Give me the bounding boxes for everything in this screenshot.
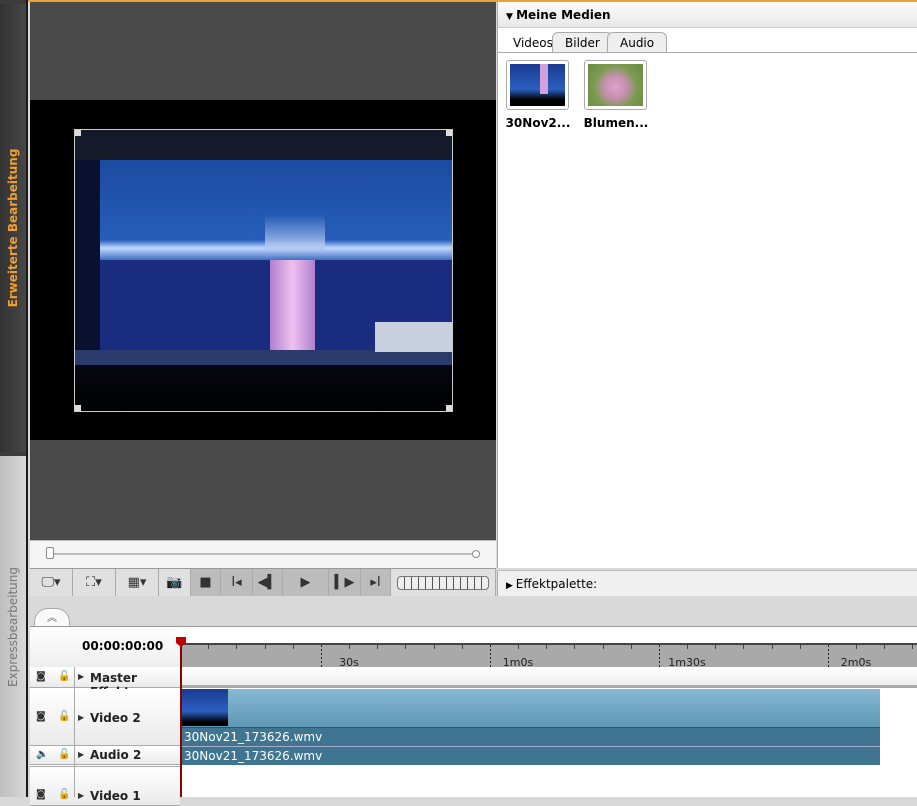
tab-express-label: Expressbearbeitung	[6, 566, 20, 687]
media-label: 30Nov2...	[505, 116, 571, 130]
media-title: Meine Medien	[516, 8, 611, 22]
visibility-icon[interactable]: ◙	[36, 789, 46, 800]
track-name: Video 2	[90, 711, 141, 725]
tab-images[interactable]: Bilder	[552, 32, 613, 52]
timeline-top	[30, 596, 917, 626]
audio-clip[interactable]: 30Nov21_173626.wmv	[181, 746, 880, 765]
tab-audio[interactable]: Audio	[607, 32, 668, 52]
timecode: 00:00:00:00	[30, 627, 180, 667]
position-slider[interactable]	[30, 540, 496, 568]
play-icon[interactable]: ▶	[283, 569, 329, 596]
lock-icon[interactable]: 🔓	[58, 789, 70, 800]
slider-thumb[interactable]	[46, 547, 54, 559]
ruler-tick	[912, 645, 914, 649]
crop-handle[interactable]	[75, 130, 81, 136]
media-label: Blumen...	[583, 116, 649, 130]
visibility-icon[interactable]: ◙	[36, 711, 46, 722]
playhead[interactable]	[180, 637, 182, 797]
visibility-icon[interactable]: ◙	[36, 671, 46, 682]
tab-advanced-editing[interactable]: Erweiterte Bearbeitung	[0, 4, 26, 452]
track-video-1[interactable]: ◙ 🔓 ▶ Video 1	[30, 766, 180, 806]
expand-icon[interactable]: ▶	[78, 672, 84, 681]
ruler-tick	[715, 645, 717, 649]
ruler-tick	[771, 645, 773, 649]
media-thumb-video[interactable]	[506, 60, 569, 110]
ruler-tick	[574, 645, 576, 649]
fullscreen-icon[interactable]: ⛶▾	[73, 569, 116, 596]
mark-in-icon[interactable]: I◂	[221, 569, 253, 596]
lock-icon[interactable]: 🔓	[58, 711, 70, 722]
crop-handle[interactable]	[446, 405, 452, 411]
ruler-tick	[743, 645, 745, 649]
mark-out-icon[interactable]: ▸I	[361, 569, 391, 596]
ruler-tick	[884, 645, 886, 649]
expand-icon[interactable]: ▶	[78, 713, 84, 722]
crop-handle[interactable]	[75, 405, 81, 411]
time-ruler[interactable]: 30s 1m0s 1m30s 2m0s	[180, 643, 917, 669]
ruler-tick	[602, 645, 604, 649]
ruler-tick	[264, 645, 266, 649]
ruler-tick	[320, 645, 322, 667]
track-master-effects[interactable]: ◙ 🔓 ▶ Master Effekte	[30, 667, 180, 699]
my-media-panel: ▼ Meine Medien Videos Bilder Audio 30Nov…	[497, 2, 917, 568]
track-name: Video 1	[90, 789, 141, 803]
expand-icon[interactable]: ▶	[78, 791, 84, 800]
ruler-tick	[546, 645, 548, 649]
stop-icon[interactable]: ■	[191, 569, 221, 596]
effects-palette-header[interactable]: ▶ Effektpalette:	[497, 570, 917, 596]
tab-express-editing[interactable]: Expressbearbeitung	[0, 456, 26, 797]
ruler-tick	[489, 645, 491, 667]
expand-icon[interactable]: ▶	[78, 750, 84, 759]
ruler-tick	[208, 645, 210, 649]
clip-thumbnail	[181, 689, 228, 726]
ruler-tick	[827, 645, 829, 667]
ruler-tick	[518, 645, 519, 649]
ruler-tick	[461, 645, 463, 649]
video-clip-label[interactable]: 30Nov21_173626.wmv	[181, 727, 880, 746]
ruler-tick	[433, 645, 435, 649]
ruler-tick	[377, 645, 379, 649]
ruler-tick	[799, 645, 801, 649]
sidebar: Erweiterte Bearbeitung Expressbearbeitun…	[0, 0, 28, 797]
track-video-2[interactable]: ◙ 🔓 ▶ Video 2	[30, 689, 180, 746]
jog-wheel[interactable]	[391, 569, 496, 596]
ruler-tick	[349, 645, 350, 649]
crop-handle[interactable]	[446, 130, 452, 136]
ruler-tick	[856, 645, 857, 649]
ruler-tick	[236, 645, 238, 649]
tab-advanced-label: Erweiterte Bearbeitung	[6, 148, 20, 308]
master-effects-lane[interactable]	[181, 667, 917, 688]
prev-frame-icon[interactable]: ◀▍	[253, 569, 283, 596]
speaker-icon[interactable]: 🔈	[36, 749, 48, 760]
lock-icon[interactable]: 🔓	[58, 671, 70, 682]
snapshot-icon[interactable]: 📷	[159, 569, 191, 596]
media-header[interactable]: ▼ Meine Medien	[498, 2, 917, 28]
collapse-chevron-icon[interactable]: ︽	[34, 608, 70, 628]
playback-toolbar: 🖵▾ ⛶▾ ▦▾ 📷 ■ I◂ ◀▍ ▶ ▍▶ ▸I	[30, 568, 496, 596]
video-frame[interactable]	[74, 129, 453, 412]
track-name: Audio 2	[90, 748, 142, 762]
ruler-tick	[405, 645, 407, 649]
ruler-tick	[658, 645, 660, 667]
next-frame-icon[interactable]: ▍▶	[329, 569, 361, 596]
track-audio-2[interactable]: 🔈 🔓 ▶ Audio 2	[30, 746, 180, 765]
video-clip[interactable]	[181, 689, 880, 727]
ruler-tick	[292, 645, 294, 649]
ruler-tick	[630, 645, 632, 649]
media-thumb-image[interactable]	[584, 60, 647, 110]
monitor-icon[interactable]: 🖵▾	[30, 569, 73, 596]
lock-icon[interactable]: 🔓	[58, 749, 70, 760]
ruler-tick	[687, 645, 688, 649]
layout-icon[interactable]: ▦▾	[116, 569, 159, 596]
effects-title: Effektpalette:	[515, 577, 598, 591]
